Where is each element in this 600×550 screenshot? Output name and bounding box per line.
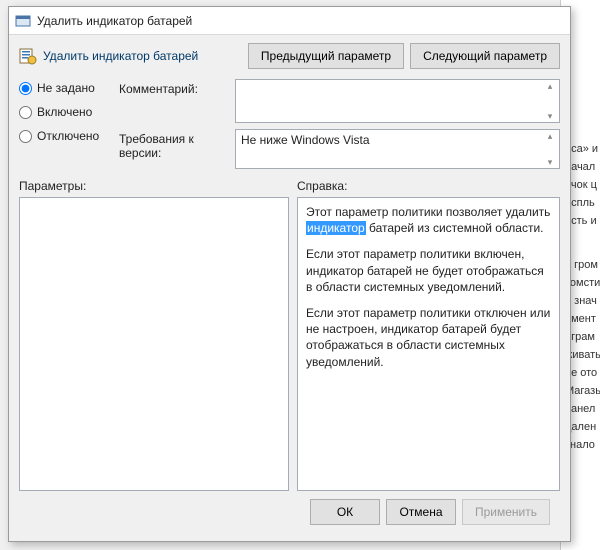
titlebar[interactable]: Удалить индикатор батарей [9, 7, 570, 35]
radio-enabled[interactable]: Включено [19, 105, 111, 119]
highlighted-text: индикатор [306, 221, 366, 235]
radio-not-configured-input[interactable] [19, 82, 32, 95]
supported-value: Не ниже Windows Vista [241, 133, 370, 147]
scrollbar[interactable]: ▴▾ [542, 81, 558, 121]
ok-button[interactable]: ОК [310, 499, 380, 525]
options-label: Параметры: [19, 179, 289, 193]
comment-field[interactable]: ▴▾ [235, 79, 560, 123]
radio-disabled-label: Отключено [37, 129, 99, 143]
window-title: Удалить индикатор батарей [37, 14, 192, 28]
help-paragraph-3: Если этот параметр политики отключен или… [306, 305, 551, 370]
apply-button[interactable]: Применить [462, 499, 550, 525]
help-paragraph-2: Если этот параметр политики включен, инд… [306, 246, 551, 295]
radio-disabled[interactable]: Отключено [19, 129, 111, 143]
state-radio-group: Не задано Включено Отключено [19, 79, 111, 169]
help-paragraph-1: Этот параметр политики позволяет удалить… [306, 204, 551, 236]
help-panel: Этот параметр политики позволяет удалить… [297, 197, 560, 491]
scrollbar[interactable]: ▴▾ [542, 131, 558, 167]
supported-field: Не ниже Windows Vista ▴▾ [235, 129, 560, 169]
cancel-button[interactable]: Отмена [386, 499, 456, 525]
policy-name: Удалить индикатор батарей [43, 49, 198, 63]
radio-not-configured[interactable]: Не задано [19, 81, 111, 95]
radio-enabled-label: Включено [37, 105, 92, 119]
window-icon [15, 13, 31, 29]
next-setting-button[interactable]: Следующий параметр [410, 43, 560, 69]
help-label: Справка: [297, 179, 347, 193]
options-panel [19, 197, 289, 491]
supported-label: Требования к версии: [119, 129, 229, 160]
previous-setting-button[interactable]: Предыдущий параметр [248, 43, 404, 69]
radio-disabled-input[interactable] [19, 130, 32, 143]
radio-enabled-input[interactable] [19, 106, 32, 119]
policy-dialog: Удалить индикатор батарей Удалить индика… [8, 6, 571, 542]
comment-label: Комментарий: [119, 79, 229, 96]
policy-icon [19, 47, 37, 65]
radio-not-configured-label: Не задано [37, 81, 95, 95]
policy-title: Удалить индикатор батарей [19, 43, 198, 65]
